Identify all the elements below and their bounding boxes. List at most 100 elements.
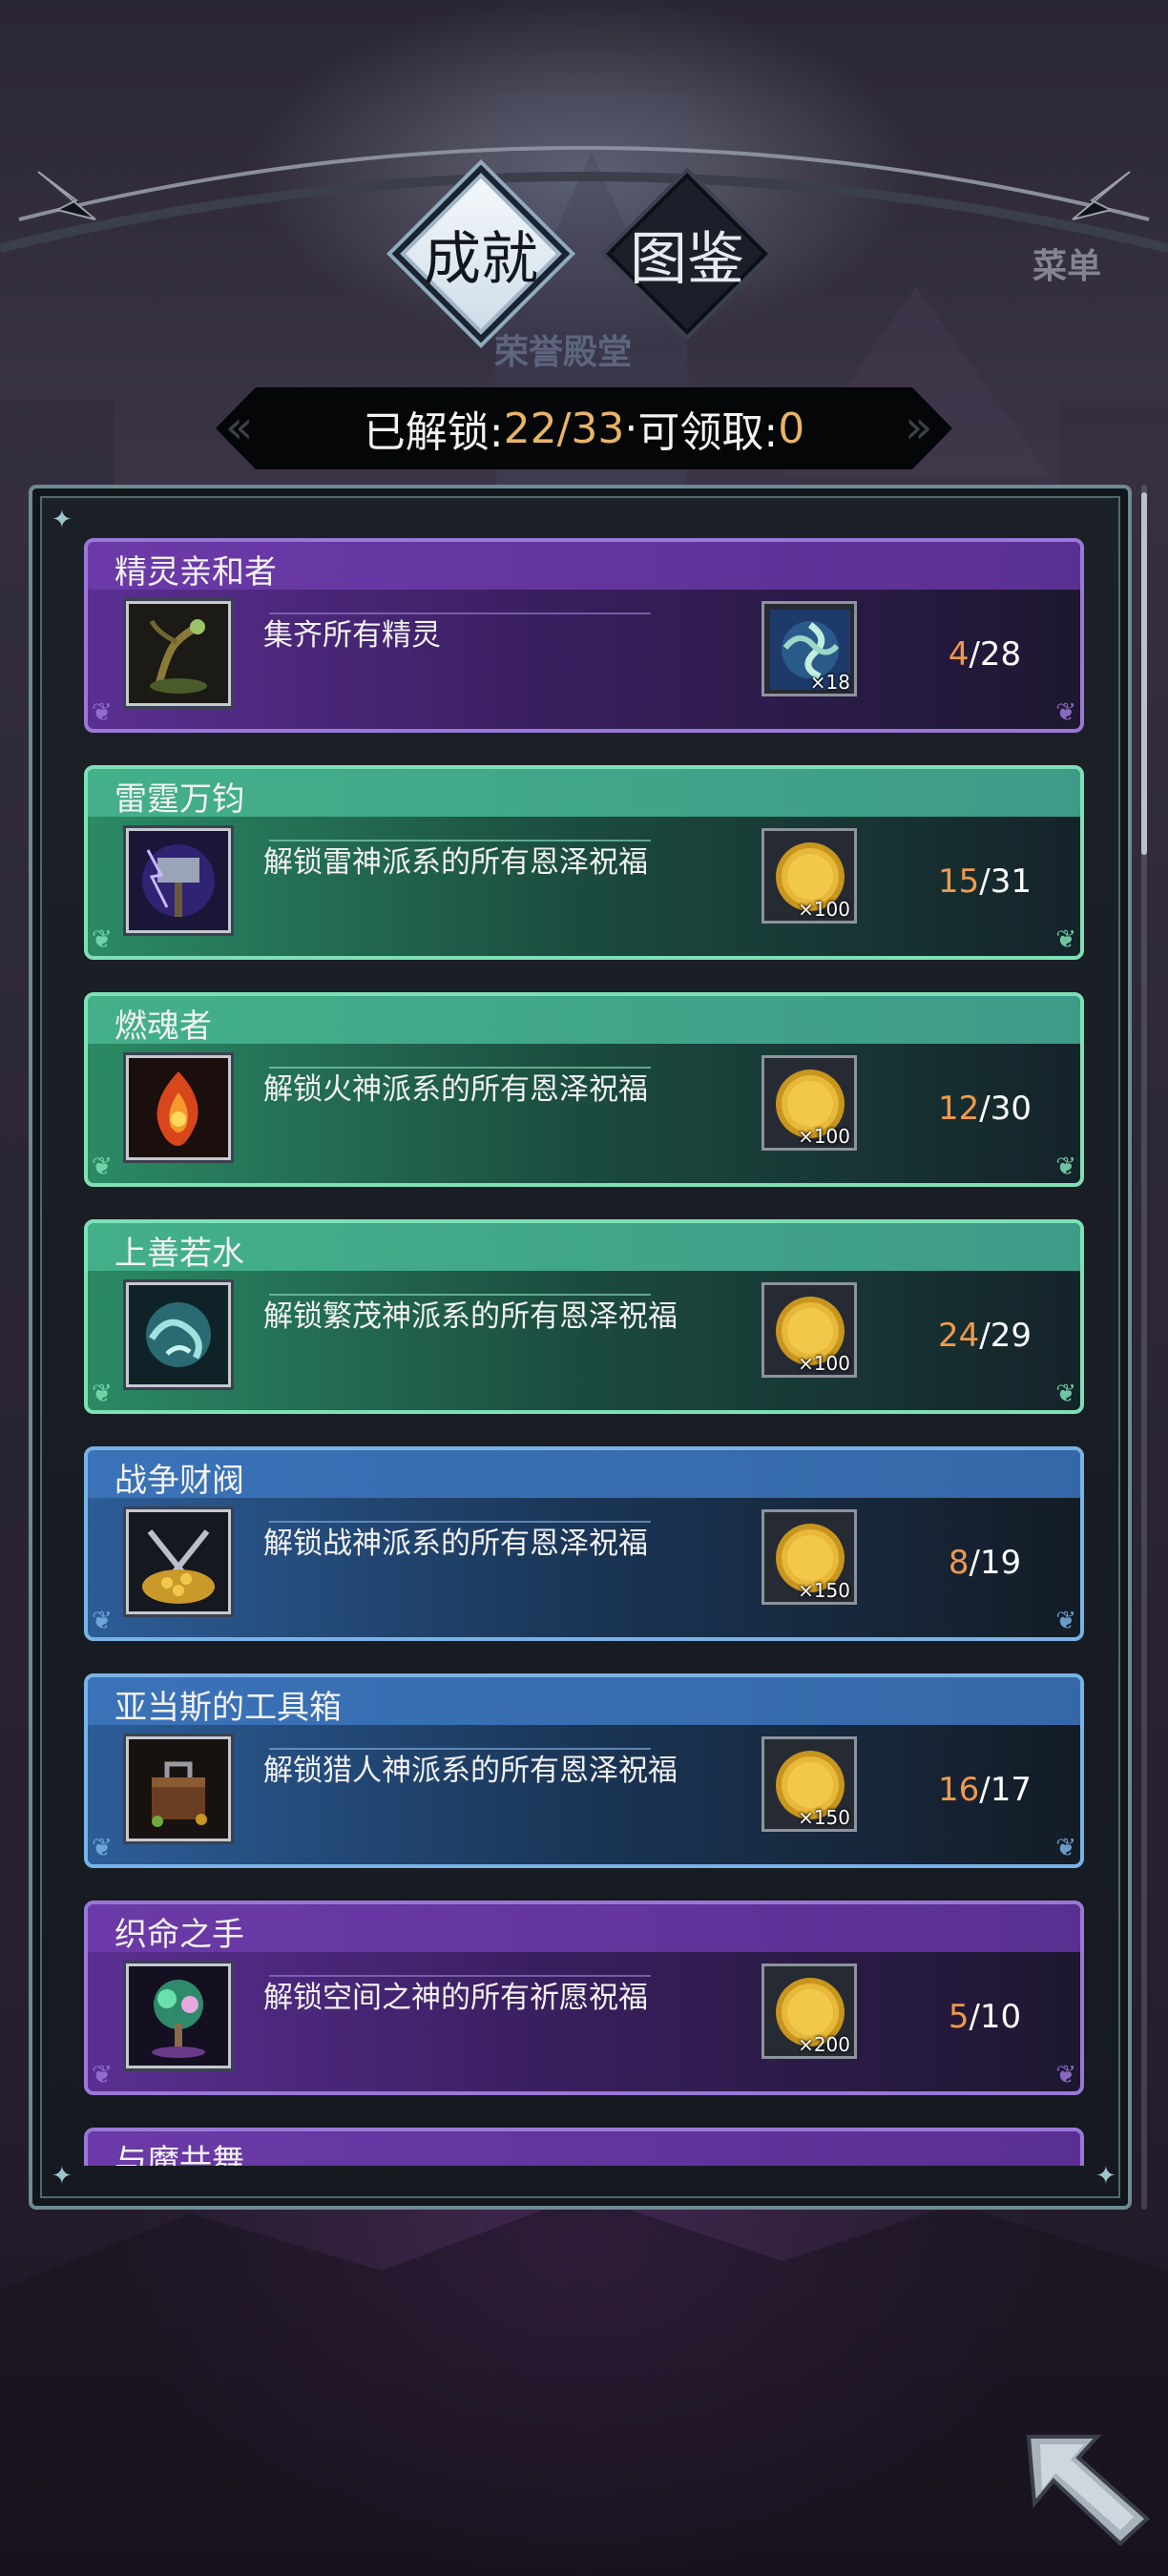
summary-dot: · [624,404,638,453]
achievement-card[interactable]: 上善若水 解锁繁茂神派系的所有恩泽祝福 ×100 24/29 ❦ ❦ [84,1219,1084,1414]
reward-slot: ×100 [761,1282,857,1378]
achievement-description: 解锁火神派系的所有恩泽祝福 [263,1072,648,1107]
reward-slot: ×18 [761,601,857,696]
progress-target: 28 [979,635,1022,674]
achievement-title: 精灵亲和者 [115,553,277,592]
unlock-summary-banner: 已解锁: 22 / 33 · 可领取: 0 [216,387,952,469]
scrollbar-thumb[interactable] [1141,492,1147,855]
progress-target: 29 [990,1317,1032,1355]
chevron-left-icon: « [225,401,254,454]
corner-flourish-icon: ❦ [1055,1607,1076,1635]
water-spirit-icon [126,1282,231,1387]
panel-corner-star-icon: ✦ [52,2162,73,2191]
progress-current: 24 [938,1317,980,1355]
reward-quantity: ×150 [798,1806,850,1829]
claimable-label: 可领取: [637,408,779,457]
reward-slot: ×150 [761,1736,857,1832]
tab-codex[interactable]: 图鉴 [606,173,768,335]
corner-flourish-icon: ❦ [92,698,113,727]
corner-flourish-icon: ❦ [1055,925,1076,954]
top-ornament-frame [0,146,1168,253]
progress-slash: / [969,1998,980,2036]
tab-codex-label: 图鉴 [630,225,744,293]
achievement-title: 织命之手 [115,1916,244,1954]
unlocked-label: 已解锁: [363,408,504,457]
corner-flourish-icon: ❦ [92,1153,113,1181]
reward-quantity: ×100 [798,1352,850,1375]
reward-quantity: ×200 [798,2033,850,2056]
achievement-progress: 8/19 [928,1544,1042,1582]
achievement-description: 解锁战神派系的所有恩泽祝福 [263,1527,648,1561]
achievement-progress: 24/29 [928,1317,1042,1355]
achievement-description: 解锁雷神派系的所有恩泽祝福 [263,845,648,880]
progress-current: 5 [948,1998,970,2036]
progress-current: 4 [948,635,970,674]
progress-slash: / [979,1317,991,1355]
progress-current: 12 [938,1090,980,1128]
progress-current: 16 [938,1771,980,1809]
achievement-card[interactable]: 精灵亲和者 集齐所有精灵 ×18 4/28 ❦ ❦ [84,538,1084,733]
reward-slot: ×150 [761,1509,857,1605]
achievement-description: 解锁繁茂神派系的所有恩泽祝福 [263,1299,678,1334]
treasure-swords-icon [126,1509,231,1614]
reward-quantity: ×150 [798,1579,850,1602]
progress-slash: / [979,1090,991,1128]
menu-background-label: 菜单 [1032,246,1102,286]
achievement-card[interactable]: 战争财阀 解锁战神派系的所有恩泽祝福 ×150 8/19 ❦ ❦ [84,1446,1084,1641]
achievement-title: 战争财阀 [115,1462,244,1500]
thunder-hammer-icon [126,828,231,933]
achievement-progress: 15/31 [928,862,1042,901]
progress-target: 17 [990,1771,1032,1809]
corner-flourish-icon: ❦ [1055,698,1076,727]
panel-corner-star-icon: ✦ [1095,2162,1116,2191]
achievement-card[interactable]: 燃魂者 解锁火神派系的所有恩泽祝福 ×100 12/30 ❦ ❦ [84,992,1084,1187]
card-header [88,996,1080,1044]
progress-target: 10 [979,1998,1022,2036]
unlocked-count: 22 [503,404,557,453]
achievement-description: 集齐所有精灵 [263,618,441,653]
reward-slot: ×100 [761,828,857,924]
reward-quantity: ×100 [798,898,850,921]
achievement-description: 解锁猎人神派系的所有恩泽祝福 [263,1754,678,1788]
progress-target: 30 [990,1090,1032,1128]
toolbox-icon [126,1736,231,1841]
reward-slot: ×200 [761,1963,857,2059]
progress-current: 15 [938,862,980,901]
achievement-list[interactable]: 精灵亲和者 集齐所有精灵 ×18 4/28 ❦ ❦ 雷霆万钧 解锁雷神派系的所有… [84,532,1084,2166]
achievement-card[interactable]: 亚当斯的工具箱 解锁猎人神派系的所有恩泽祝福 ×150 16/17 ❦ ❦ [84,1673,1084,1868]
reward-quantity: ×100 [798,1125,850,1148]
tab-achievements[interactable]: 成就 [400,173,562,335]
progress-slash: / [969,635,980,674]
flame-soul-icon [126,1055,231,1160]
progress-slash: / [979,862,991,901]
corner-flourish-icon: ❦ [92,1834,113,1862]
corner-flourish-icon: ❦ [92,1380,113,1408]
claimable-count: 0 [778,404,805,453]
corner-flourish-icon: ❦ [92,925,113,954]
reward-quantity: ×18 [809,671,850,694]
achievement-title: 燃魂者 [115,1008,212,1046]
achievement-card[interactable]: 与魔共舞 [84,2128,1084,2166]
corner-flourish-icon: ❦ [1055,1380,1076,1408]
achievement-card[interactable]: 织命之手 解锁空间之神的所有祈愿祝福 ×200 5/10 ❦ ❦ [84,1901,1084,2095]
progress-slash: / [979,1771,991,1809]
fate-tree-icon [126,1963,231,2068]
chevron-right-icon: » [905,401,933,454]
progress-target: 31 [990,862,1032,901]
unlocked-separator: / [556,404,572,453]
achievement-title: 上善若水 [115,1235,244,1273]
achievement-title: 与魔共舞 [115,2143,244,2166]
achievement-progress: 5/10 [928,1998,1042,2036]
achievement-progress: 12/30 [928,1090,1042,1128]
back-arrow-button[interactable] [1021,2423,1155,2547]
panel-corner-star-icon: ✦ [52,506,73,534]
tab-achievements-label: 成就 [424,225,538,293]
corner-flourish-icon: ❦ [1055,1834,1076,1862]
hall-of-honor-label: 荣誉殿堂 [493,332,632,372]
achievement-title: 亚当斯的工具箱 [115,1689,342,1727]
achievement-title: 雷霆万钧 [115,780,244,819]
achievement-card[interactable]: 雷霆万钧 解锁雷神派系的所有恩泽祝福 ×100 15/31 ❦ ❦ [84,765,1084,960]
corner-flourish-icon: ❦ [1055,2061,1076,2089]
corner-flourish-icon: ❦ [1055,1153,1076,1181]
total-count: 33 [571,404,625,453]
